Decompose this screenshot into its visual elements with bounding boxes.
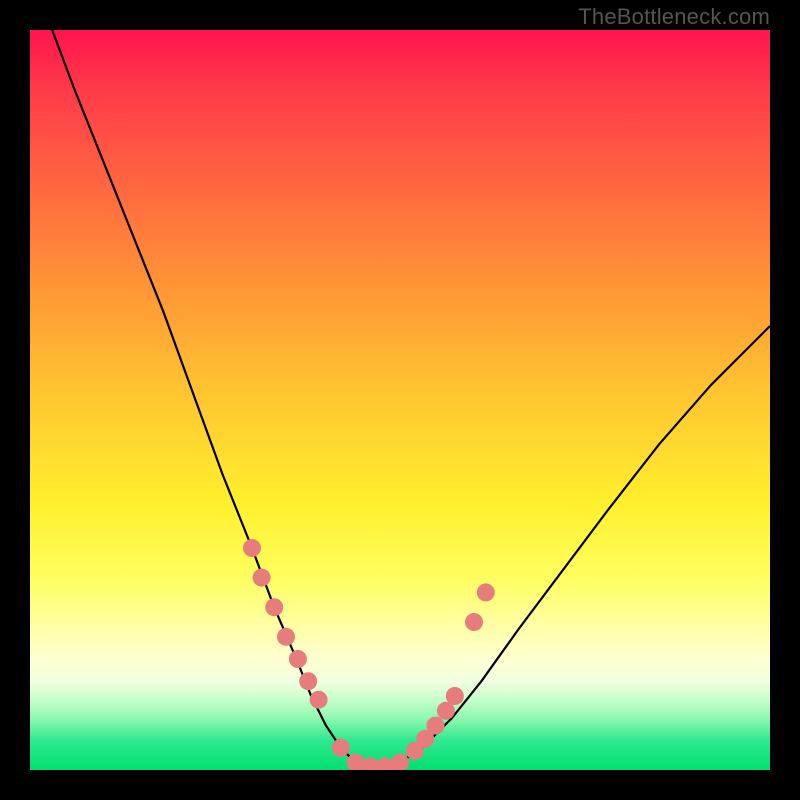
bottleneck-curve	[52, 30, 770, 766]
sample-point	[299, 672, 317, 690]
sample-point	[477, 583, 495, 601]
sample-point	[310, 691, 328, 709]
sample-point	[446, 687, 464, 705]
plot-svg	[30, 30, 770, 770]
sample-point	[253, 569, 271, 587]
sample-points	[243, 539, 495, 770]
sample-point	[391, 754, 409, 770]
sample-point	[289, 650, 307, 668]
sample-point	[265, 598, 283, 616]
sample-point	[277, 628, 295, 646]
sample-point	[427, 717, 445, 735]
plot-area	[30, 30, 770, 770]
sample-point	[465, 613, 483, 631]
watermark-label: TheBottleneck.com	[578, 4, 770, 30]
sample-point	[332, 739, 350, 757]
sample-point	[243, 539, 261, 557]
chart-container: TheBottleneck.com	[0, 0, 800, 800]
